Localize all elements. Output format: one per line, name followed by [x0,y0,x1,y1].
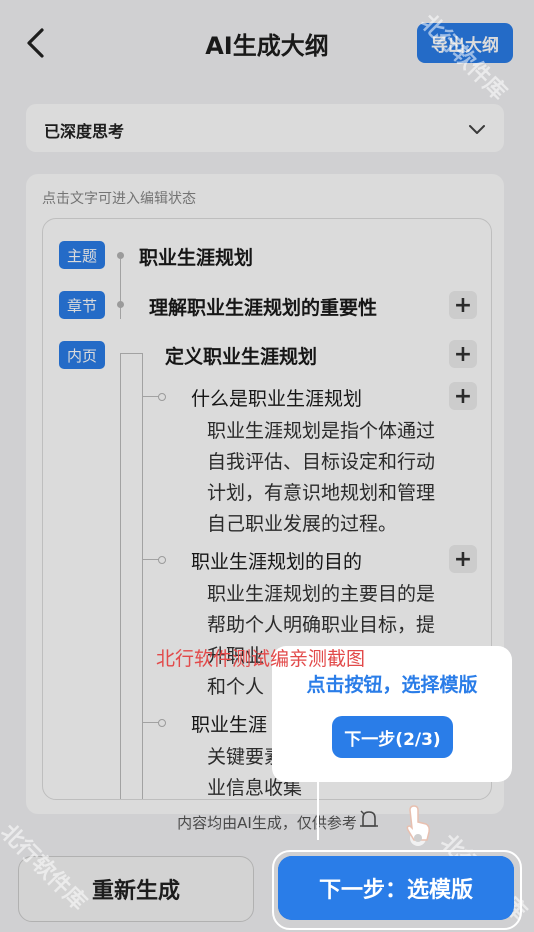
pointer-hand-icon [406,805,430,846]
next-choose-template-button-highlight[interactable]: 下一步：选模版 [278,856,514,920]
guide-overlay [0,0,534,932]
tooltip-text: 点击按钮，选择模版 [306,674,478,696]
tooltip-next-step-button[interactable]: 下一步(2/3) [332,716,453,758]
tooltip-stem [317,782,319,840]
watermark-text: 北行软件测试编亲测截图 [156,648,366,670]
